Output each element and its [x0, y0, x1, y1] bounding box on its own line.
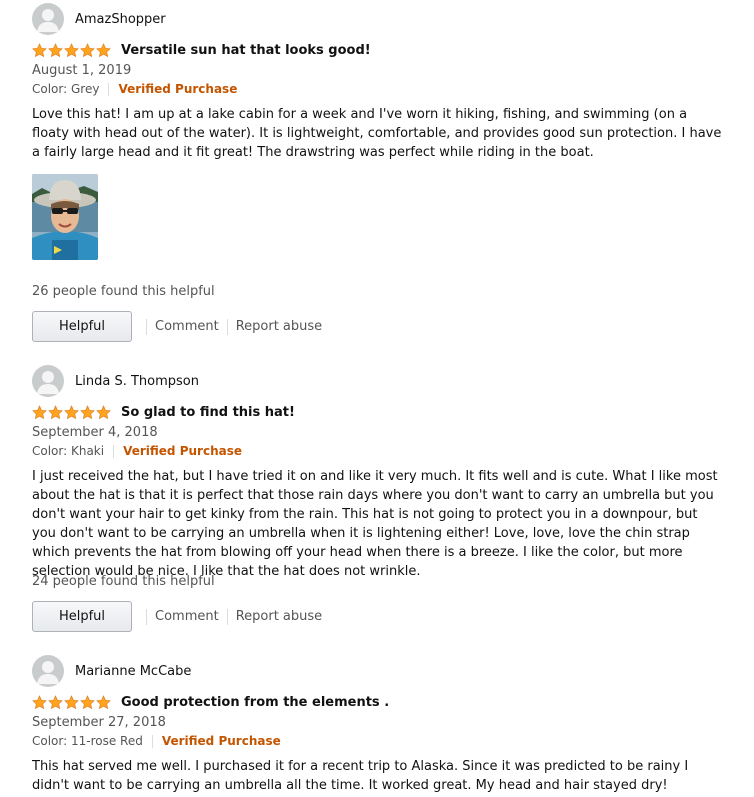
- product-variant[interactable]: Color: 11-rose Red: [32, 734, 143, 748]
- star-icon: [48, 695, 63, 710]
- report-abuse-link[interactable]: Report abuse: [236, 319, 322, 334]
- review-title[interactable]: So glad to find this hat!: [121, 405, 295, 420]
- verified-badge[interactable]: Verified Purchase: [162, 734, 281, 748]
- star-icon: [96, 405, 111, 420]
- star-icon: [96, 695, 111, 710]
- star-icon: [80, 695, 95, 710]
- avatar[interactable]: [32, 365, 64, 397]
- review-date: September 4, 2018: [32, 425, 158, 440]
- star-icon: [32, 43, 47, 58]
- star-rating[interactable]: [32, 695, 111, 710]
- divider: [146, 318, 147, 335]
- star-icon: [80, 43, 95, 58]
- divider: [113, 444, 115, 458]
- star-icon: [96, 43, 111, 58]
- reviewer-profile[interactable]: Linda S. Thompson: [32, 365, 199, 397]
- divider: [226, 318, 228, 335]
- verified-badge[interactable]: Verified Purchase: [123, 444, 242, 458]
- customer-photo-image: [32, 174, 98, 260]
- rating-line: So glad to find this hat!: [32, 405, 295, 420]
- default-avatar-icon: [37, 661, 59, 684]
- review-actions: Helpful Comment Report abuse: [32, 601, 322, 632]
- review-body: This hat served me well. I purchased it …: [32, 759, 689, 793]
- rating-line: Good protection from the elements .: [32, 695, 389, 710]
- review-photo[interactable]: [32, 174, 98, 260]
- default-avatar-icon: [37, 9, 59, 32]
- avatar[interactable]: [32, 655, 64, 687]
- reviewer-profile[interactable]: AmazShopper: [32, 3, 166, 35]
- star-rating[interactable]: [32, 405, 111, 420]
- review-date: August 1, 2019: [32, 63, 132, 78]
- review-meta: Color: 11-rose Red Verified Purchase: [32, 734, 281, 748]
- review-meta: Color: Khaki Verified Purchase: [32, 444, 242, 458]
- comment-link[interactable]: Comment: [155, 319, 219, 334]
- product-variant[interactable]: Color: Grey: [32, 82, 99, 96]
- verified-badge[interactable]: Verified Purchase: [118, 82, 237, 96]
- reviewer-profile[interactable]: Marianne McCabe: [32, 655, 191, 687]
- reviewer-name[interactable]: AmazShopper: [75, 12, 166, 27]
- helpful-button[interactable]: Helpful: [32, 311, 132, 342]
- star-icon: [32, 405, 47, 420]
- review-title[interactable]: Good protection from the elements .: [121, 695, 389, 710]
- star-icon: [80, 405, 95, 420]
- review-date: September 27, 2018: [32, 715, 166, 730]
- divider: [108, 82, 110, 96]
- review-title[interactable]: Versatile sun hat that looks good!: [121, 43, 371, 58]
- product-variant[interactable]: Color: Khaki: [32, 444, 104, 458]
- comment-link[interactable]: Comment: [155, 609, 219, 624]
- star-icon: [64, 405, 79, 420]
- rating-line: Versatile sun hat that looks good!: [32, 43, 371, 58]
- reviewer-name[interactable]: Marianne McCabe: [75, 664, 191, 679]
- star-icon: [64, 695, 79, 710]
- review-body: Love this hat! I am up at a lake cabin f…: [32, 107, 722, 160]
- reviewer-name[interactable]: Linda S. Thompson: [75, 374, 199, 389]
- review-meta: Color: Grey Verified Purchase: [32, 82, 237, 96]
- helpful-button[interactable]: Helpful: [32, 601, 132, 632]
- review-actions: Helpful Comment Report abuse: [32, 311, 322, 342]
- star-icon: [48, 43, 63, 58]
- default-avatar-icon: [37, 371, 59, 394]
- helpful-count: 24 people found this helpful: [32, 574, 215, 589]
- divider: [146, 608, 147, 625]
- divider: [151, 734, 153, 748]
- avatar[interactable]: [32, 3, 64, 35]
- divider: [226, 608, 228, 625]
- report-abuse-link[interactable]: Report abuse: [236, 609, 322, 624]
- star-icon: [48, 405, 63, 420]
- star-rating[interactable]: [32, 43, 111, 58]
- star-icon: [64, 43, 79, 58]
- star-icon: [32, 695, 47, 710]
- helpful-count: 26 people found this helpful: [32, 284, 215, 299]
- review-body: I just received the hat, but I have trie…: [32, 469, 718, 579]
